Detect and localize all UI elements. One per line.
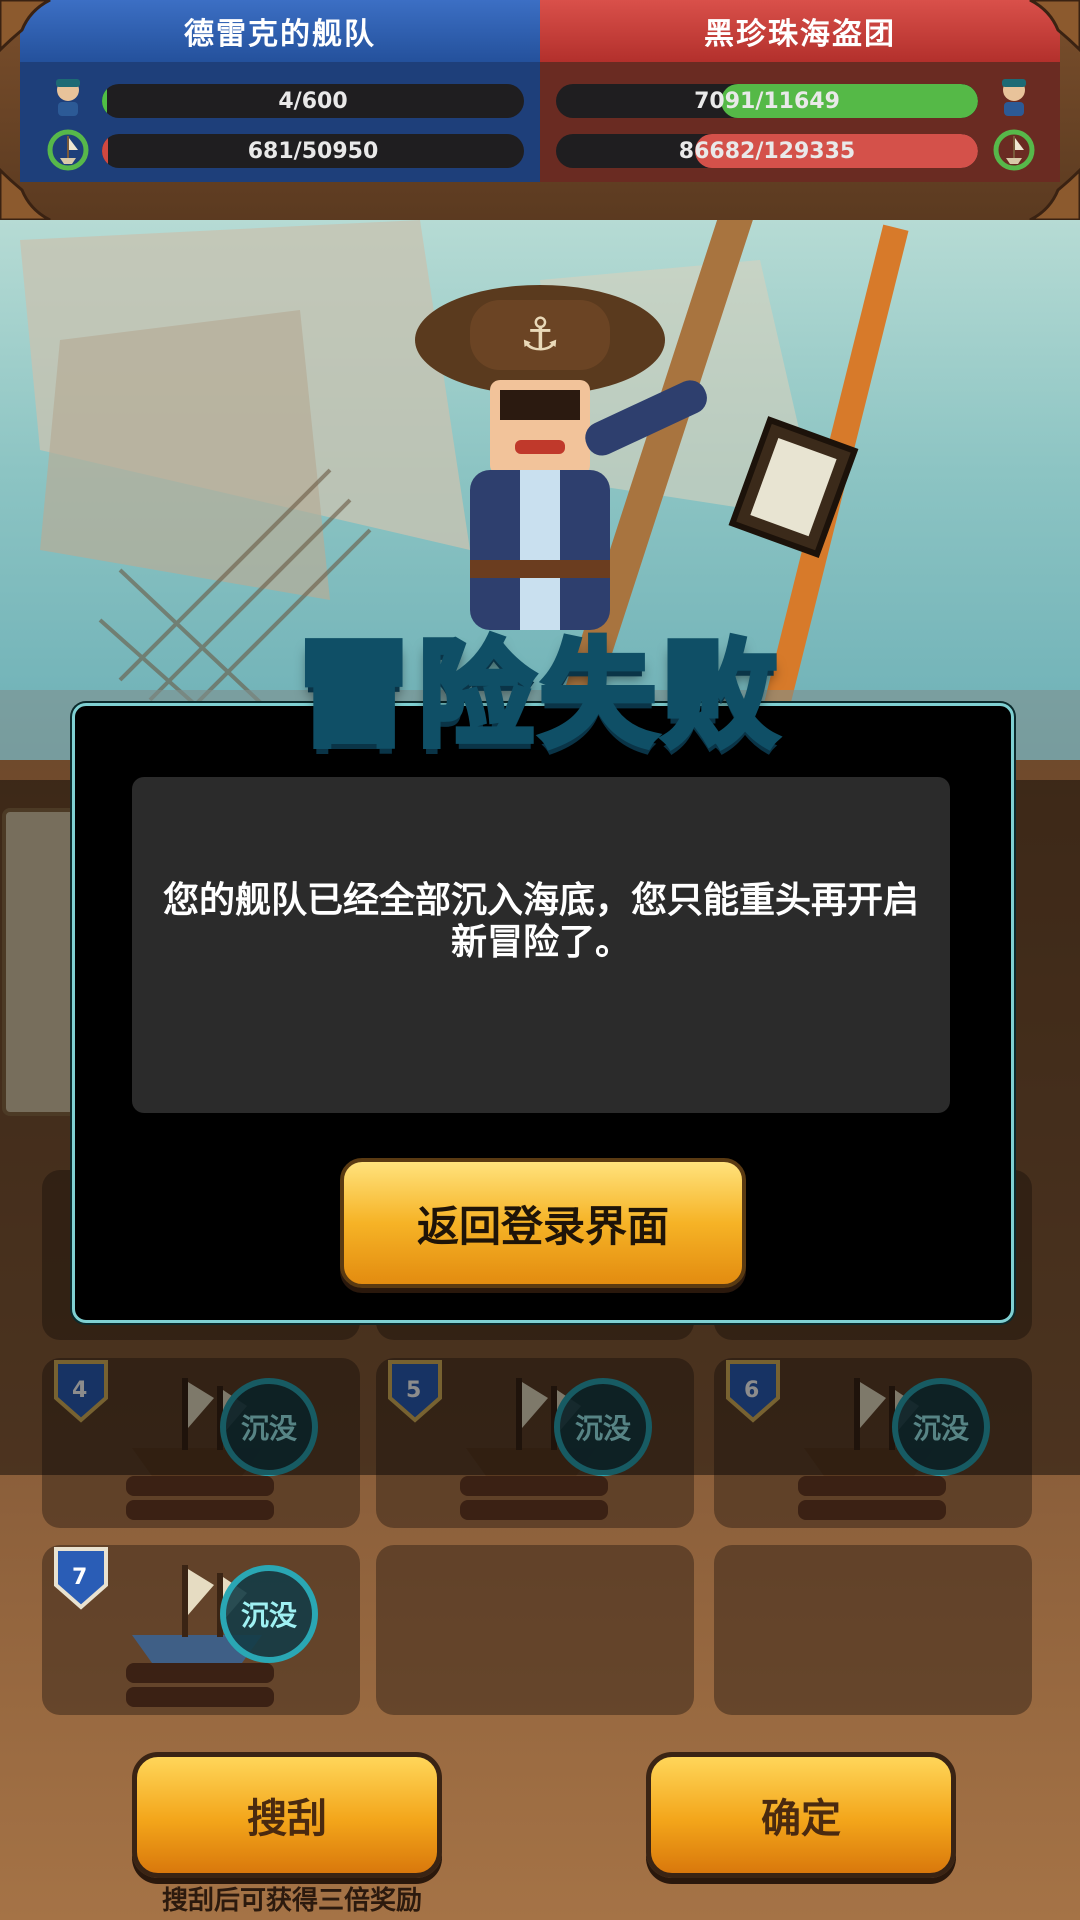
ornament-corner-icon: [0, 160, 60, 222]
empty-ship-slot[interactable]: [714, 1545, 1032, 1715]
game-over-message: 您的舰队已经全部沉入海底，您只能重头再开启新冒险了。: [162, 880, 919, 963]
search-button[interactable]: 搜刮: [132, 1752, 442, 1878]
pirate-crew-icon: [992, 74, 1036, 118]
right-hull-text: 86682/129335: [678, 138, 856, 164]
right-team-panel: 7091/11649 86682/129335: [540, 62, 1060, 182]
left-team-panel: 4/600 681/50950: [20, 62, 540, 182]
left-crew-text: 4/600: [278, 88, 348, 114]
slot-bar: [798, 1500, 946, 1520]
left-hull-text: 681/50950: [247, 138, 379, 164]
right-crew-text: 7091/11649: [694, 88, 840, 114]
slot-bar: [798, 1476, 946, 1496]
slot-bar: [460, 1500, 608, 1520]
pirate-crew-icon: [46, 74, 90, 118]
bonus-note: 搜刮后可获得三倍奖励: [161, 1886, 422, 1916]
confirm-button[interactable]: 确定: [646, 1752, 956, 1878]
empty-ship-slot[interactable]: [376, 1545, 694, 1715]
slot-number: 7: [72, 1565, 88, 1590]
title-text: 冒险失败: [293, 625, 784, 766]
slot-bar: [126, 1687, 274, 1707]
ornament-corner-icon: [1020, 160, 1080, 222]
game-over-title: 冒险失败: [180, 600, 900, 770]
right-team-name: 黑珍珠海盗团: [540, 0, 1060, 62]
return-to-login-button[interactable]: 返回登录界面: [340, 1158, 746, 1288]
slot-bar: [126, 1476, 274, 1496]
battle-status-bar: 德雷克的舰队 黑珍珠海盗团 4/600 681/50950 7091/11649…: [0, 0, 1080, 222]
slot-bar: [126, 1500, 274, 1520]
ornament-corner-icon: [1020, 0, 1080, 60]
slot-bar: [126, 1663, 274, 1683]
ornament-corner-icon: [0, 0, 60, 60]
svg-text:⚓: ⚓: [519, 307, 560, 361]
left-team-name: 德雷克的舰队: [20, 0, 540, 62]
slot-bar: [460, 1476, 608, 1496]
sunk-status-badge: 沉没: [220, 1565, 318, 1663]
ship-slot-7[interactable]: 7 沉没: [42, 1545, 360, 1715]
